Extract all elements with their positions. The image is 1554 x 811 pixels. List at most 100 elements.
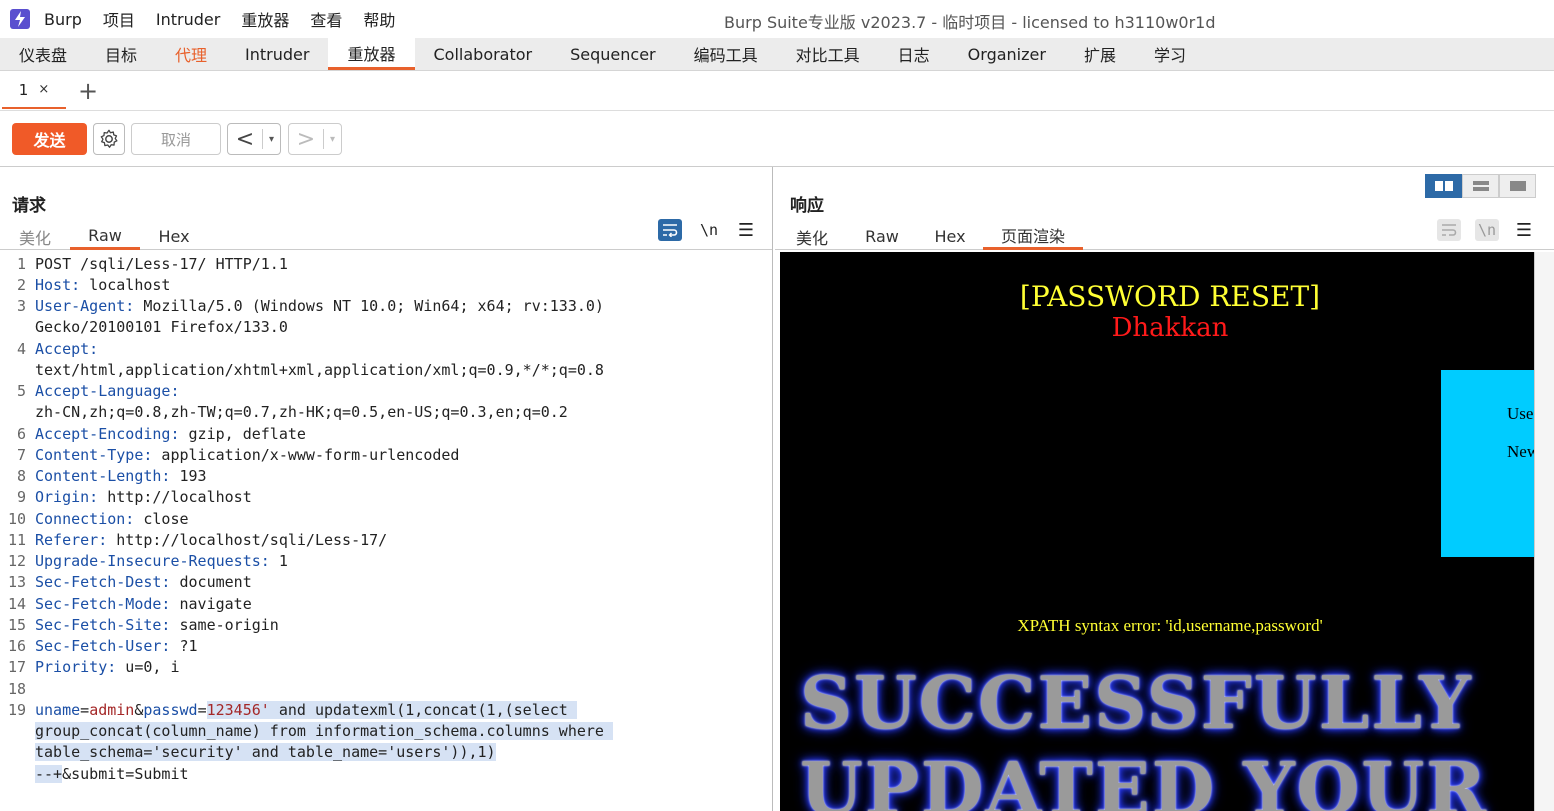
- tab-pretty[interactable]: 美化: [12, 223, 58, 250]
- wrap-lines-icon[interactable]: [658, 219, 682, 241]
- header-value: 193: [170, 467, 207, 485]
- header-value: u=0, i: [116, 658, 180, 676]
- repeater-tab-1[interactable]: 1 ×: [2, 73, 66, 109]
- forward-button[interactable]: > ▾: [288, 123, 342, 155]
- back-button[interactable]: < ▾: [227, 123, 281, 155]
- menu-burp[interactable]: Burp: [44, 10, 82, 29]
- tab-extensions[interactable]: 扩展: [1065, 38, 1135, 70]
- tab-raw[interactable]: Raw: [859, 223, 905, 250]
- menu-intruder[interactable]: Intruder: [156, 10, 220, 29]
- menu-project[interactable]: 项目: [103, 7, 135, 31]
- line-number: 10: [7, 510, 26, 528]
- render-heading: [PASSWORD RESET]: [1019, 280, 1321, 313]
- tab-decoder[interactable]: 编码工具: [675, 38, 777, 70]
- tab-repeater[interactable]: 重放器: [328, 38, 415, 70]
- header-key: Accept:: [35, 340, 99, 358]
- close-icon[interactable]: ×: [38, 82, 49, 97]
- request-body-line: --+&submit=Submit: [35, 765, 189, 783]
- tab-pretty[interactable]: 美化: [789, 223, 835, 250]
- request-line: Accept:: [35, 340, 98, 358]
- tab-learn[interactable]: 学习: [1135, 38, 1205, 70]
- send-button[interactable]: 发送: [12, 123, 87, 155]
- request-editor[interactable]: 1 2 3 4 5 6 7 8 9 10 11 12 13 14 15 16 1…: [0, 253, 772, 811]
- header-key: Host:: [35, 276, 81, 294]
- tab-sequencer[interactable]: Sequencer: [551, 38, 675, 70]
- tab-dashboard[interactable]: 仪表盘: [0, 38, 86, 70]
- response-panel: 响应 美化 Raw Hex 页面渲染 \n ☰ [PASSWORD RESET]…: [775, 167, 1554, 811]
- tab-intruder[interactable]: Intruder: [226, 38, 328, 70]
- layout-stacked-icon[interactable]: [1462, 174, 1499, 198]
- tab-organizer[interactable]: Organizer: [949, 38, 1065, 70]
- line-number: 15: [7, 616, 26, 634]
- tab-render[interactable]: 页面渲染: [983, 223, 1083, 250]
- line-number: 11: [7, 531, 26, 549]
- request-line: Sec-Fetch-Site: same-origin: [35, 616, 279, 634]
- line-number: 4: [16, 340, 26, 358]
- tab-target[interactable]: 目标: [86, 38, 156, 70]
- header-key: Referer:: [35, 531, 108, 549]
- header-value: gzip, deflate: [179, 425, 306, 443]
- tab-logger[interactable]: 日志: [879, 38, 949, 70]
- request-line: POST /sqli/Less-17/ HTTP/1.1: [35, 255, 288, 273]
- header-key: Content-Type:: [35, 446, 153, 464]
- line-number: 18: [7, 680, 26, 698]
- settings-gear-icon[interactable]: [93, 123, 125, 155]
- param-separator: =: [197, 701, 207, 719]
- line-number: 19: [7, 701, 26, 719]
- param-separator: =: [80, 701, 90, 719]
- selected-payload: 123456': [206, 701, 270, 719]
- line-number: 7: [16, 446, 26, 464]
- menu-repeater[interactable]: 重放器: [241, 7, 289, 31]
- response-title: 响应: [790, 196, 824, 216]
- header-value: document: [170, 573, 252, 591]
- header-key: Sec-Fetch-Dest:: [35, 573, 171, 591]
- show-newlines-icon[interactable]: \n: [1475, 219, 1499, 241]
- render-scrollbar[interactable]: [1535, 252, 1554, 811]
- banner-line-1: SUCCESSFULLY: [800, 660, 1473, 745]
- response-subtabs: 美化 Raw Hex 页面渲染 \n ☰: [775, 219, 1554, 250]
- render-subheading: Dhakkan: [1111, 313, 1229, 343]
- request-line: Referer: http://localhost/sqli/Less-17/: [35, 531, 387, 549]
- selected-payload: group_concat(column_name) from informati…: [35, 722, 613, 740]
- header-value: Mozilla/5.0 (Windows NT 10.0; Win64; x64…: [134, 297, 604, 315]
- tab-hex[interactable]: Hex: [150, 223, 198, 250]
- layout-tabs-icon[interactable]: [1499, 174, 1536, 198]
- header-key: Sec-Fetch-User:: [35, 637, 171, 655]
- menu-view[interactable]: 查看: [310, 7, 342, 31]
- render-form-box: Use New: [1441, 370, 1534, 557]
- show-newlines-icon[interactable]: \n: [697, 219, 721, 241]
- tab-raw[interactable]: Raw: [70, 223, 140, 250]
- header-value: same-origin: [170, 616, 279, 634]
- tab-collaborator[interactable]: Collaborator: [415, 38, 552, 70]
- request-line: Sec-Fetch-User: ?1: [35, 637, 198, 655]
- menu-icon[interactable]: ☰: [1512, 219, 1536, 241]
- layout-side-by-side-icon[interactable]: [1425, 174, 1462, 198]
- header-value: http://localhost/sqli/Less-17/: [107, 531, 388, 549]
- request-line: Origin: http://localhost: [35, 488, 252, 506]
- chevron-down-icon[interactable]: ▾: [323, 129, 341, 149]
- header-value: close: [134, 510, 189, 528]
- banner-line-2: UPDATED YOUR: [800, 746, 1488, 811]
- burp-logo-icon: [10, 9, 30, 29]
- form-label-new: New: [1507, 442, 1534, 461]
- header-value: application/x-www-form-urlencoded: [152, 446, 460, 464]
- line-number: 3: [16, 297, 26, 315]
- request-line: Accept-Language:: [35, 382, 180, 400]
- request-line: Upgrade-Insecure-Requests: 1: [35, 552, 288, 570]
- menu-icon[interactable]: ☰: [734, 219, 758, 241]
- line-number: 2: [16, 276, 26, 294]
- chevron-right-icon: >: [296, 126, 316, 152]
- tab-comparer[interactable]: 对比工具: [777, 38, 879, 70]
- layout-toggle: [1425, 174, 1536, 198]
- menu-help[interactable]: 帮助: [363, 7, 395, 31]
- wrap-lines-icon[interactable]: [1437, 219, 1461, 241]
- cancel-button[interactable]: 取消: [131, 123, 221, 155]
- header-value: ?1: [170, 637, 198, 655]
- repeater-toolbar: 发送 取消 < ▾ > ▾: [0, 111, 1554, 167]
- chevron-down-icon[interactable]: ▾: [262, 129, 280, 149]
- tab-proxy[interactable]: 代理: [156, 38, 226, 70]
- header-value: navigate: [170, 595, 252, 613]
- tab-hex[interactable]: Hex: [927, 223, 973, 250]
- line-number: 8: [16, 467, 26, 485]
- add-tab-icon[interactable]: +: [78, 77, 98, 105]
